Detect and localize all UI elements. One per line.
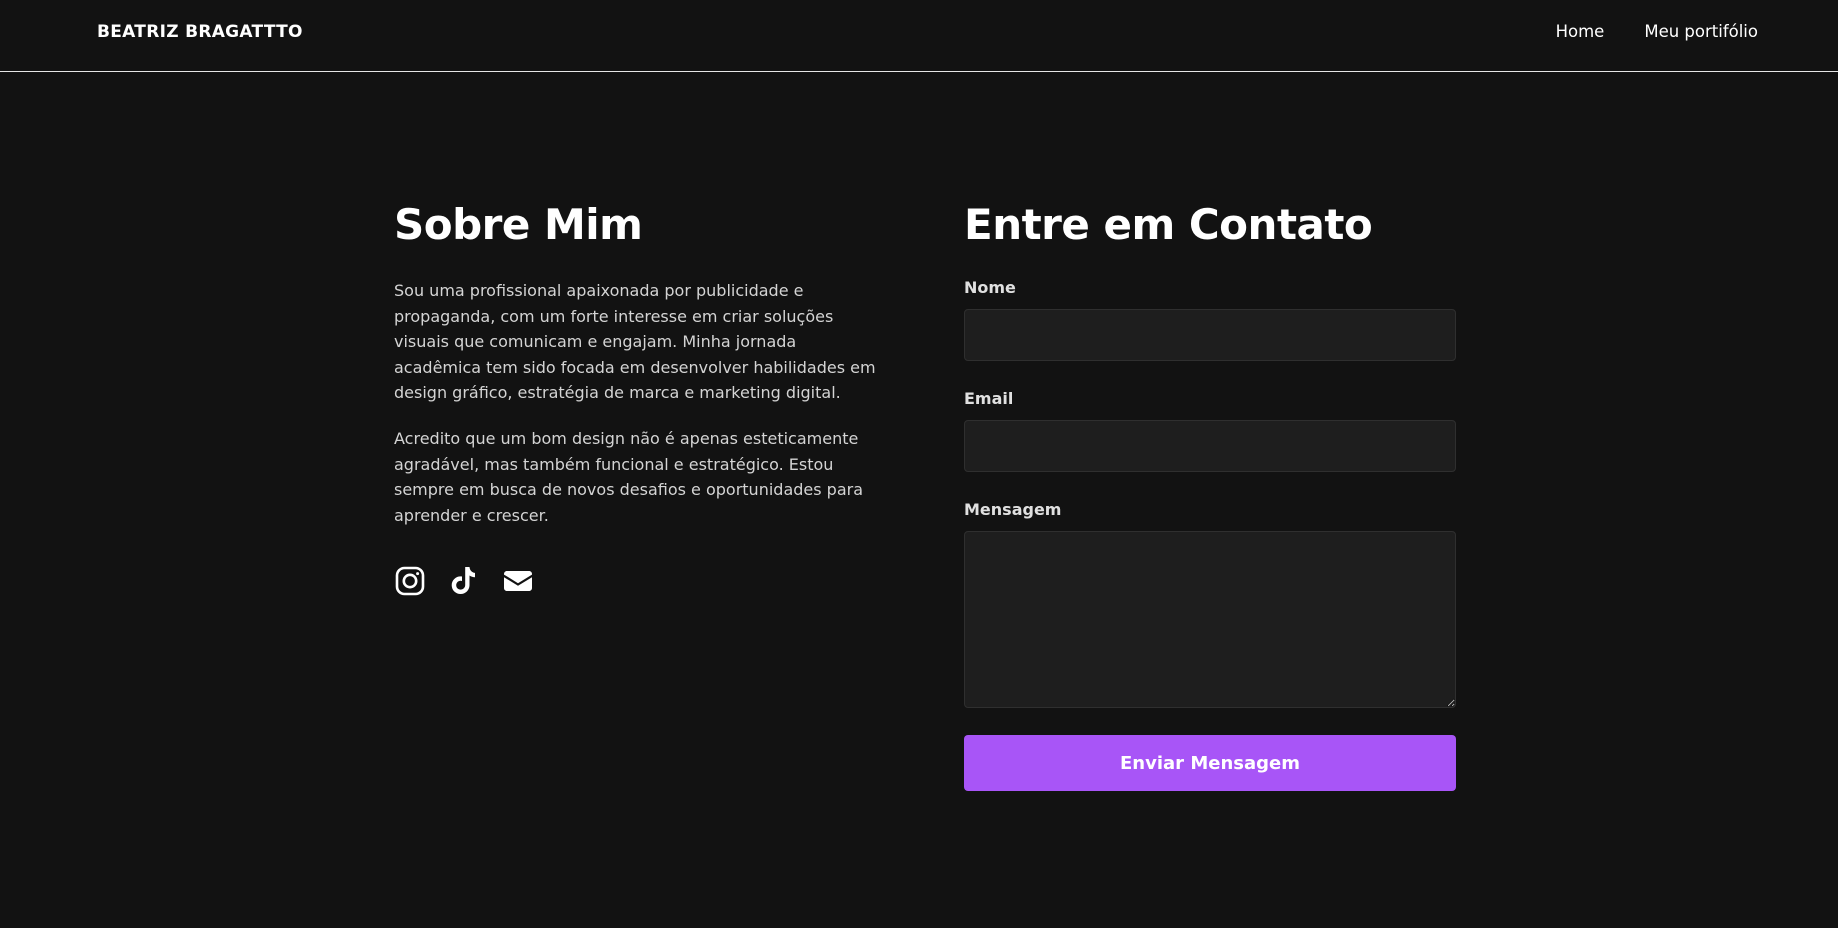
email-label: Email <box>964 389 1014 408</box>
nav-link-home[interactable]: Home <box>1556 22 1605 41</box>
about-paragraph-1: Sou uma profissional apaixonada por publ… <box>394 281 876 403</box>
contact-section: Entre em Contato Nome Email Mensagem Env… <box>964 198 1456 791</box>
message-label: Mensagem <box>964 500 1062 519</box>
name-field[interactable] <box>964 309 1456 361</box>
message-field[interactable] <box>964 531 1456 708</box>
nav-link-portfolio[interactable]: Meu portifólio <box>1644 22 1758 41</box>
about-title: Sobre Mim <box>394 200 643 249</box>
name-label: Nome <box>964 278 1016 297</box>
email-field[interactable] <box>964 420 1456 472</box>
about-section: Sobre Mim Sou uma profissional apaixonad… <box>394 198 884 528</box>
navbar: BEATRIZ BRAGATTTO Home Meu portifólio <box>0 0 1838 72</box>
brand-logo[interactable]: BEATRIZ BRAGATTTO <box>97 22 303 42</box>
contact-title: Entre em Contato <box>964 200 1373 249</box>
email-icon[interactable] <box>502 565 534 597</box>
send-message-button[interactable]: Enviar Mensagem <box>964 735 1456 791</box>
nav-links: Home Meu portifólio <box>1556 22 1758 41</box>
about-paragraph-2: Acredito que um bom design não é apenas … <box>394 428 864 525</box>
social-links <box>394 565 534 597</box>
tiktok-icon[interactable] <box>448 565 480 597</box>
instagram-icon[interactable] <box>394 565 426 597</box>
